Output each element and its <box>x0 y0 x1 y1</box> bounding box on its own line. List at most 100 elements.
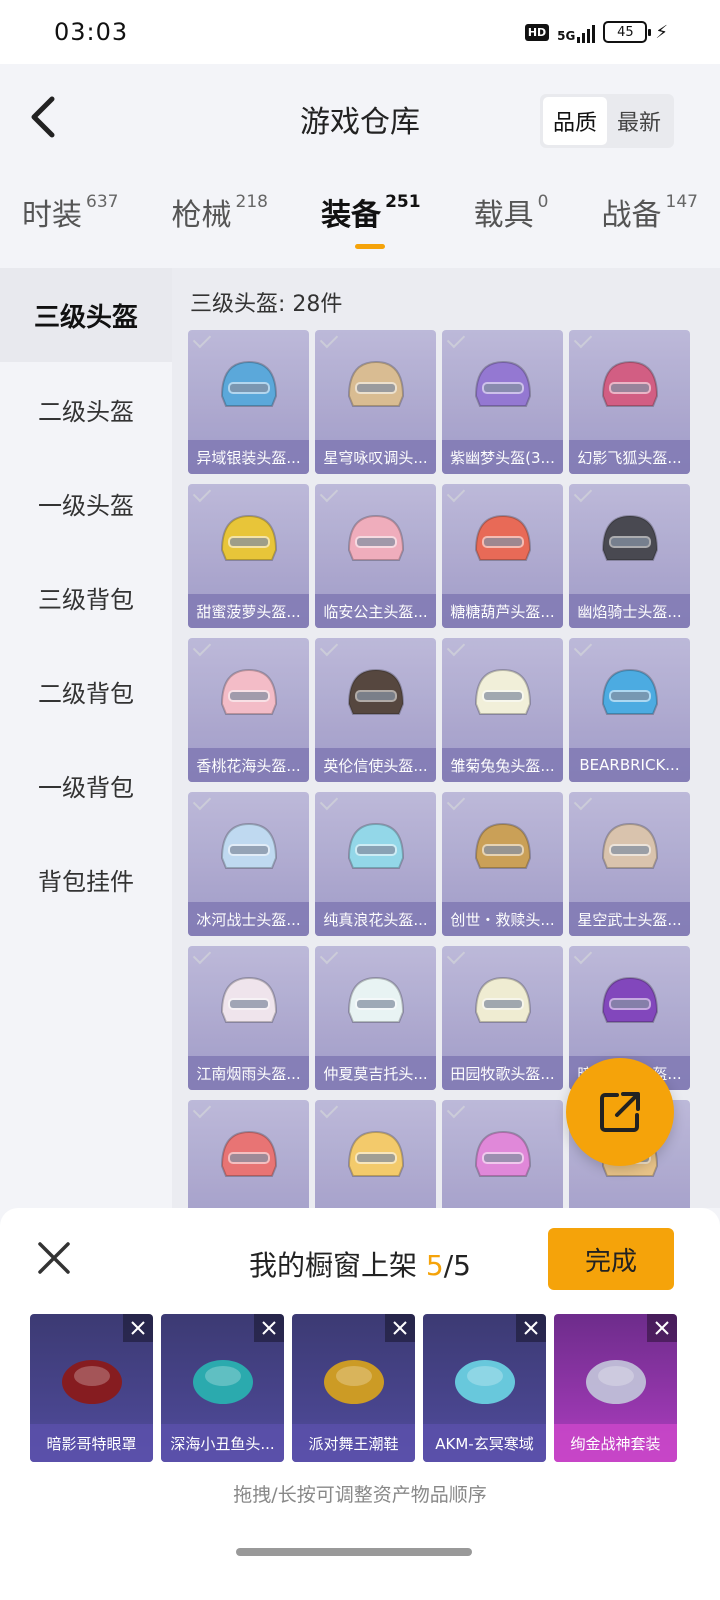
item-thumbnail-icon <box>455 1360 515 1404</box>
helmet-icon <box>347 514 405 561</box>
battery-level: 45 <box>617 24 634 40</box>
check-icon <box>573 792 593 811</box>
item-card[interactable]: 星穹咏叹调头... <box>315 330 436 474</box>
item-card[interactable] <box>442 1100 563 1208</box>
check-icon <box>573 638 593 657</box>
item-thumbnail-icon <box>62 1360 122 1404</box>
network-label: 5G <box>557 29 576 43</box>
check-icon <box>573 946 593 965</box>
tab-label: 载具 <box>473 198 534 233</box>
item-thumbnail-icon <box>586 1360 646 1404</box>
helmet-icon <box>220 822 278 869</box>
item-card[interactable]: 香桃花海头盔... <box>188 638 309 782</box>
status-time: 03:03 <box>54 18 129 46</box>
showcase-item[interactable]: 派对舞王潮鞋 <box>292 1314 415 1462</box>
item-card[interactable] <box>315 1100 436 1208</box>
item-card[interactable]: 异域银装头盔... <box>188 330 309 474</box>
check-icon <box>192 792 212 811</box>
item-card[interactable]: 纯真浪花头盔... <box>315 792 436 936</box>
tab-label: 战备 <box>601 198 662 233</box>
sidebar-item-level1-helmet[interactable]: 一级头盔 <box>0 456 172 550</box>
tab-fashion[interactable]: 时装 637 <box>22 190 118 262</box>
item-card[interactable]: 星空武士头盔... <box>569 792 690 936</box>
item-card[interactable]: BEARBRICK... <box>569 638 690 782</box>
close-icon <box>655 1321 669 1335</box>
showcase-item[interactable]: 暗影哥特眼罩 <box>30 1314 153 1462</box>
done-button[interactable]: 完成 <box>548 1228 674 1290</box>
helmet-icon <box>474 668 532 715</box>
status-bar: 03:03 HD 5G 45 ⚡ <box>0 0 720 64</box>
helmet-icon <box>220 1130 278 1177</box>
helmet-icon <box>474 976 532 1023</box>
item-card[interactable]: 糖糖葫芦头盔... <box>442 484 563 628</box>
showcase-item[interactable]: AKM-玄冥寒域 <box>423 1314 546 1462</box>
sidebar-item-level2-helmet[interactable]: 二级头盔 <box>0 362 172 456</box>
helmet-icon <box>601 976 659 1023</box>
sheet-title-text: 我的橱窗上架 <box>249 1249 426 1282</box>
check-icon <box>192 946 212 965</box>
sidebar-item-level3-helmet[interactable]: 三级头盔 <box>0 268 172 362</box>
tab-vehicles[interactable]: 载具 0 <box>474 190 549 262</box>
item-name: BEARBRICK... <box>569 748 690 782</box>
item-card[interactable]: 雏菊兔兔头盔... <box>442 638 563 782</box>
check-icon <box>446 330 466 349</box>
active-tab-indicator <box>355 244 386 249</box>
tab-guns[interactable]: 枪械 218 <box>172 190 268 262</box>
category-tabs: 时装 637 枪械 218 装备 251 载具 0 战备 147 <box>0 190 720 262</box>
tab-supplies[interactable]: 战备 147 <box>602 190 698 262</box>
signal-icon: 5G <box>557 21 596 43</box>
helmet-icon <box>474 822 532 869</box>
sidebar-item-backpack-charm[interactable]: 背包挂件 <box>0 832 172 926</box>
tab-count: 0 <box>537 192 549 212</box>
sort-newest-button[interactable]: 最新 <box>607 97 671 145</box>
sidebar-item-level1-backpack[interactable]: 一级背包 <box>0 738 172 832</box>
item-card[interactable]: 英伦信使头盔... <box>315 638 436 782</box>
showcase-sheet: 我的橱窗上架 5/5 完成 暗影哥特眼罩 深海小丑鱼头... 派对舞王潮鞋 AKM-玄… <box>0 1208 720 1600</box>
status-icons: HD 5G 45 ⚡ <box>524 21 668 43</box>
tab-equipment[interactable]: 装备 251 <box>321 190 421 262</box>
showcase-item[interactable]: 深海小丑鱼头... <box>161 1314 284 1462</box>
item-card[interactable]: 幻影飞狐头盔... <box>569 330 690 474</box>
item-name: 幻影飞狐头盔... <box>569 440 690 474</box>
showcase-item[interactable]: 绚金战神套装 <box>554 1314 677 1462</box>
share-button[interactable] <box>566 1058 674 1166</box>
sidebar-item-level3-backpack[interactable]: 三级背包 <box>0 550 172 644</box>
reorder-hint: 拖拽/长按可调整资产物品顺序 <box>233 1484 487 1506</box>
item-name: 雏菊兔兔头盔... <box>442 748 563 782</box>
sidebar-item-level2-backpack[interactable]: 二级背包 <box>0 644 172 738</box>
helmet-icon <box>474 360 532 407</box>
check-icon <box>319 792 339 811</box>
item-card[interactable]: 临安公主头盔... <box>315 484 436 628</box>
item-card[interactable]: 冰河战士头盔... <box>188 792 309 936</box>
check-icon <box>319 1100 339 1119</box>
check-icon <box>573 330 593 349</box>
battery-icon: 45 <box>603 21 652 43</box>
tab-count: 251 <box>385 192 421 212</box>
close-icon <box>131 1321 145 1335</box>
tab-label: 枪械 <box>171 198 232 233</box>
item-name: 甜蜜菠萝头盔... <box>188 594 309 628</box>
close-icon <box>524 1321 538 1335</box>
back-button[interactable] <box>18 92 68 142</box>
item-card[interactable]: 紫幽梦头盔(3... <box>442 330 563 474</box>
item-name: 田园牧歌头盔... <box>442 1056 563 1090</box>
item-card[interactable]: 创世・救赎头... <box>442 792 563 936</box>
item-card[interactable]: 田园牧歌头盔... <box>442 946 563 1090</box>
helmet-icon <box>220 976 278 1023</box>
helmet-icon <box>601 822 659 869</box>
check-icon <box>192 638 212 657</box>
item-name: 星空武士头盔... <box>569 902 690 936</box>
item-card[interactable]: 甜蜜菠萝头盔... <box>188 484 309 628</box>
helmet-icon <box>601 360 659 407</box>
item-card[interactable]: 江南烟雨头盔... <box>188 946 309 1090</box>
helmet-icon <box>474 514 532 561</box>
item-card[interactable] <box>188 1100 309 1208</box>
tab-count: 218 <box>235 192 268 212</box>
home-indicator[interactable] <box>236 1548 472 1556</box>
item-card[interactable]: 仲夏莫吉托头... <box>315 946 436 1090</box>
helmet-icon <box>220 514 278 561</box>
item-name: 临安公主头盔... <box>315 594 436 628</box>
showcase-item-name: 暗影哥特眼罩 <box>30 1424 153 1462</box>
sort-quality-button[interactable]: 品质 <box>542 97 607 145</box>
item-card[interactable]: 幽焰骑士头盔... <box>569 484 690 628</box>
